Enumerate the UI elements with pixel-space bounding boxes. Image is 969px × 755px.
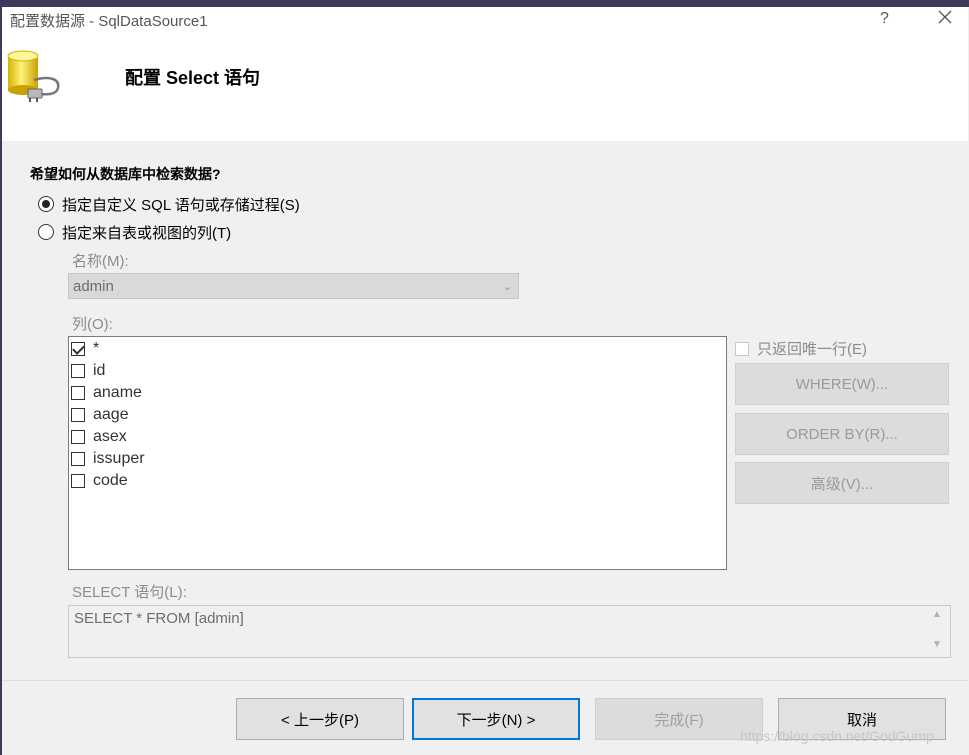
radio-custom-sql-indicator[interactable] — [38, 196, 54, 212]
column-item[interactable]: * — [71, 338, 99, 360]
sql-statement-text: SELECT * FROM [admin] — [74, 610, 244, 627]
advanced-button[interactable]: 高级(V)... — [735, 462, 949, 504]
unique-rows-label: 只返回唯一行(E) — [757, 341, 867, 358]
sql-statement-field[interactable]: SELECT * FROM [admin] — [68, 605, 951, 658]
column-label: aage — [93, 406, 129, 423]
column-checkbox[interactable] — [71, 408, 85, 422]
column-item[interactable]: issuper — [71, 448, 145, 470]
close-icon[interactable] — [935, 6, 955, 28]
radio-from-table-label: 指定来自表或视图的列(T) — [62, 224, 232, 242]
finish-button[interactable]: 完成(F) — [595, 698, 763, 740]
column-checkbox[interactable] — [71, 386, 85, 400]
help-button[interactable]: ? — [880, 10, 889, 28]
radio-from-table-indicator[interactable] — [38, 224, 54, 240]
watermark-text: https://blog.csdn.net/GodGump — [740, 728, 934, 744]
column-label: asex — [93, 428, 127, 445]
columns-label: 列(O): — [72, 316, 113, 333]
name-label: 名称(M): — [72, 253, 129, 270]
column-label: issuper — [93, 450, 145, 467]
column-label: code — [93, 472, 128, 489]
radio-from-table[interactable]: 指定来自表或视图的列(T) — [38, 222, 231, 242]
window-title: 配置数据源 - SqlDataSource1 — [10, 13, 208, 30]
where-button[interactable]: WHERE(W)... — [735, 363, 949, 405]
window-frame-top — [0, 0, 969, 7]
table-name-select[interactable]: admin ⌄ — [68, 273, 519, 299]
column-item[interactable]: aage — [71, 404, 129, 426]
next-button[interactable]: 下一步(N) > — [412, 698, 580, 740]
column-checkbox[interactable] — [71, 430, 85, 444]
column-label: id — [93, 362, 106, 379]
column-label: * — [93, 340, 100, 357]
column-checkbox[interactable] — [71, 474, 85, 488]
column-checkbox[interactable] — [71, 364, 85, 378]
footer-divider — [2, 680, 968, 681]
radio-custom-sql-label: 指定自定义 SQL 语句或存储过程(S) — [62, 196, 300, 214]
column-checkbox[interactable] — [71, 342, 85, 356]
unique-rows-checkbox[interactable] — [735, 341, 749, 356]
column-item[interactable]: code — [71, 470, 128, 492]
columns-list[interactable]: * id aname aage asex issuper code — [68, 336, 727, 570]
table-name-value: admin — [73, 277, 114, 295]
radio-custom-sql[interactable]: 指定自定义 SQL 语句或存储过程(S) — [38, 194, 300, 214]
chevron-down-icon: ⌄ — [502, 280, 512, 293]
unique-rows-option[interactable]: 只返回唯一行(E) — [735, 338, 867, 359]
page-heading: 配置 Select 语句 — [125, 68, 261, 88]
database-icon — [7, 50, 60, 102]
column-label: aname — [93, 384, 142, 401]
scroll-down-icon[interactable]: ▼ — [932, 639, 942, 650]
question-label: 希望如何从数据库中检索数据? — [30, 166, 221, 182]
sql-label: SELECT 语句(L): — [72, 584, 187, 601]
order-by-button[interactable]: ORDER BY(R)... — [735, 413, 949, 455]
scroll-up-icon[interactable]: ▲ — [932, 609, 942, 620]
column-checkbox[interactable] — [71, 452, 85, 466]
column-item[interactable]: asex — [71, 426, 127, 448]
column-item[interactable]: id — [71, 360, 105, 382]
previous-button[interactable]: < 上一步(P) — [236, 698, 404, 740]
column-item[interactable]: aname — [71, 382, 142, 404]
